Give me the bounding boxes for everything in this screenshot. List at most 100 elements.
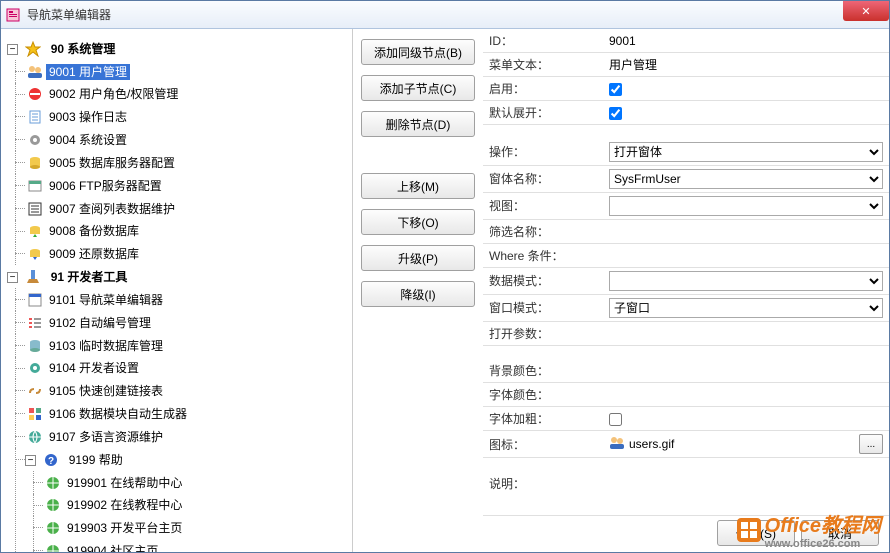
tree-item[interactable]: 9103 临时数据库管理 (27, 334, 348, 357)
tree-label[interactable]: 9006 FTP服务器配置 (46, 178, 165, 194)
tree-label[interactable]: 9106 数据模块自动生成器 (46, 406, 190, 422)
help-icon: ? (43, 452, 59, 468)
collapse-icon[interactable]: − (7, 272, 18, 283)
bg-color-input[interactable] (609, 364, 883, 378)
form-name-select[interactable]: SysFrmUser (609, 169, 883, 189)
default-expand-checkbox[interactable] (609, 107, 622, 120)
upgrade-button[interactable]: 升级(P) (361, 245, 475, 271)
tree-item[interactable]: 9105 快速创建链接表 (27, 379, 348, 402)
where-input[interactable] (609, 248, 883, 262)
list-icon (27, 201, 43, 217)
tree-label[interactable]: 9199 帮助 (66, 452, 126, 468)
tree-label[interactable]: 9008 备份数据库 (46, 223, 142, 239)
save-button[interactable]: 保存(S) (717, 520, 795, 546)
open-args-input[interactable] (609, 326, 883, 340)
tree-item[interactable]: 919901 在线帮助中心 (45, 471, 348, 494)
tree-item[interactable]: 9003 操作日志 (27, 105, 348, 128)
tree-item[interactable]: 9009 还原数据库 (27, 242, 348, 265)
menu-text-input[interactable] (609, 57, 883, 71)
tree-item[interactable]: 9008 备份数据库 (27, 220, 348, 243)
downgrade-button[interactable]: 降级(I) (361, 281, 475, 307)
tree-item[interactable]: 9002 用户角色/权限管理 (27, 83, 348, 106)
tree-item[interactable]: 9102 自动编号管理 (27, 311, 348, 334)
delete-node-button[interactable]: 删除节点(D) (361, 111, 475, 137)
tree-item[interactable]: 9001 用户管理 (27, 60, 348, 83)
tree-label[interactable]: 919904 社区主页 (64, 543, 161, 552)
browse-icon-button[interactable]: ... (859, 434, 883, 454)
tree-item[interactable]: 9104 开发者设置 (27, 357, 348, 380)
tree-item[interactable]: 919902 在线教程中心 (45, 494, 348, 517)
data-mode-select[interactable] (609, 271, 883, 291)
tree-label[interactable]: 9001 用户管理 (46, 64, 130, 80)
view-label: 视图： (483, 192, 603, 219)
devgear-icon (27, 360, 43, 376)
collapse-icon[interactable]: − (25, 455, 36, 466)
log-icon (27, 109, 43, 125)
tree-label[interactable]: 9107 多语言资源维护 (46, 429, 166, 445)
tree-label[interactable]: 90 系统管理 (48, 41, 119, 57)
users-icon (609, 435, 625, 454)
tree-label[interactable]: 919903 开发平台主页 (64, 520, 185, 536)
tree-item[interactable]: 9005 数据库服务器配置 (27, 151, 348, 174)
tree-item[interactable]: 9107 多语言资源维护 (27, 425, 348, 448)
filter-input[interactable] (609, 224, 883, 238)
tree-item[interactable]: 919904 社区主页 (45, 539, 348, 552)
tree-item[interactable]: 919903 开发平台主页 (45, 516, 348, 539)
globe-icon (45, 497, 61, 513)
font-bold-checkbox[interactable] (609, 413, 622, 426)
backup-icon (27, 223, 43, 239)
font-color-label: 字体颜色： (483, 383, 603, 407)
window-title: 导航菜单编辑器 (27, 6, 111, 23)
link-icon (27, 383, 43, 399)
tree-label[interactable]: 9009 还原数据库 (46, 246, 142, 262)
tree-label[interactable]: 919901 在线帮助中心 (64, 475, 185, 491)
action-select[interactable]: 打开窗体 (609, 142, 883, 162)
add-sibling-button[interactable]: 添加同级节点(B) (361, 39, 475, 65)
view-select[interactable] (609, 196, 883, 216)
enabled-checkbox[interactable] (609, 83, 622, 96)
tree-label[interactable]: 9101 导航菜单编辑器 (46, 292, 166, 308)
tree-item[interactable]: 9101 导航菜单编辑器 (27, 288, 348, 311)
tree-panel: − 90 系统管理 9001 用户管理 9002 用户角色/权限管理 9003 … (1, 29, 353, 552)
tree-label[interactable]: 9103 临时数据库管理 (46, 338, 166, 354)
tree-label[interactable]: 9105 快速创建链接表 (46, 383, 166, 399)
tree-item[interactable]: 9106 数据模块自动生成器 (27, 402, 348, 425)
menu-text-label: 菜单文本： (483, 53, 603, 77)
window-mode-select[interactable]: 子窗口 (609, 298, 883, 318)
bg-color-label: 背景颜色： (483, 359, 603, 383)
tree-label[interactable]: 9004 系统设置 (46, 132, 130, 148)
tree-label[interactable]: 9102 自动编号管理 (46, 315, 154, 331)
icon-input[interactable] (629, 437, 855, 451)
nav-tree: − 90 系统管理 9001 用户管理 9002 用户角色/权限管理 9003 … (5, 37, 348, 552)
collapse-icon[interactable]: − (7, 44, 18, 55)
tree-label[interactable]: 9005 数据库服务器配置 (46, 155, 178, 171)
font-color-input[interactable] (609, 388, 883, 402)
tree-label[interactable]: 919902 在线教程中心 (64, 497, 185, 513)
desc-input[interactable] (609, 486, 883, 500)
restore-icon (27, 246, 43, 262)
tree-item[interactable]: 9006 FTP服务器配置 (27, 174, 348, 197)
action-label: 操作： (483, 139, 603, 166)
tree-root[interactable]: − 91 开发者工具 9101 导航菜单编辑器 9102 自动编号管理 9103… (9, 265, 348, 552)
tree-root[interactable]: − 90 系统管理 9001 用户管理 9002 用户角色/权限管理 9003 … (9, 37, 348, 265)
tree-label[interactable]: 9003 操作日志 (46, 109, 130, 125)
move-down-button[interactable]: 下移(O) (361, 209, 475, 235)
default-expand-label: 默认展开： (483, 101, 603, 125)
tree-label[interactable]: 9002 用户角色/权限管理 (46, 86, 181, 102)
star-icon (25, 41, 41, 57)
tree-item[interactable]: 9007 查阅列表数据维护 (27, 197, 348, 220)
icon-label: 图标： (483, 431, 603, 458)
tree-label[interactable]: 91 开发者工具 (48, 269, 131, 285)
id-label: ID： (483, 29, 603, 53)
add-child-button[interactable]: 添加子节点(C) (361, 75, 475, 101)
id-input[interactable] (609, 34, 883, 48)
close-button[interactable]: ✕ (843, 1, 889, 21)
tree-label[interactable]: 9104 开发者设置 (46, 360, 142, 376)
tree-item[interactable]: − ? 9199 帮助 919901 在线帮助中心 919902 在线教程中心 … (27, 448, 348, 552)
tree-label[interactable]: 9007 查阅列表数据维护 (46, 201, 178, 217)
tree-item[interactable]: 9004 系统设置 (27, 128, 348, 151)
form-name-label: 窗体名称： (483, 165, 603, 192)
cancel-button[interactable]: 取消 (801, 520, 879, 546)
data-mode-label: 数据模式： (483, 267, 603, 294)
move-up-button[interactable]: 上移(M) (361, 173, 475, 199)
